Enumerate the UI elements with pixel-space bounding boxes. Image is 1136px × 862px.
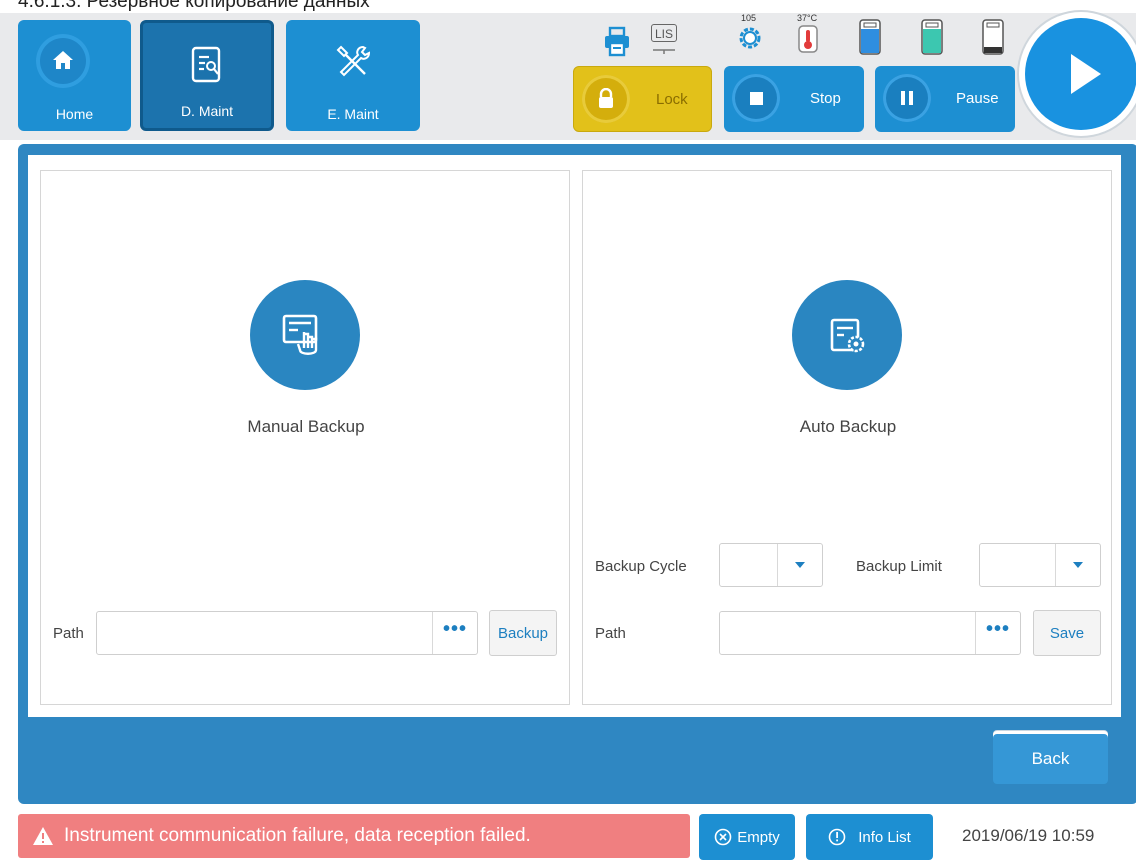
empty-label: Empty — [737, 828, 780, 846]
gear-icon[interactable] — [736, 24, 764, 57]
alarm-text: Instrument communication failure, data r… — [64, 825, 531, 846]
data-maintenance-icon — [191, 46, 221, 83]
backup-limit-select[interactable] — [979, 543, 1101, 587]
lis-icon[interactable]: LIS — [651, 24, 677, 60]
nav-dmaint-button[interactable]: D. Maint — [140, 20, 274, 131]
chevron-down-icon[interactable] — [1055, 544, 1100, 586]
close-circle-icon — [714, 828, 732, 846]
fan-value: 105 — [741, 13, 757, 23]
reagent-bottle-green-icon[interactable] — [920, 18, 944, 61]
pause-button[interactable]: Pause — [875, 66, 1015, 132]
temperature-value: 37°C — [797, 13, 818, 23]
nav-home-button[interactable]: Home — [18, 20, 131, 131]
empty-button[interactable]: Empty — [699, 814, 795, 860]
waste-bottle-icon[interactable] — [981, 18, 1005, 61]
reagent-bottle-blue-icon[interactable] — [858, 18, 882, 61]
stop-label: Stop — [810, 90, 841, 107]
manual-backup-icon[interactable] — [250, 280, 360, 390]
play-icon — [1071, 54, 1101, 94]
lock-label: Lock — [656, 91, 688, 108]
manual-backup-title: Manual Backup — [247, 417, 365, 436]
datetime: 2019/06/19 10:59 — [962, 826, 1095, 845]
manual-backup-panel: Manual Backup Path ••• Backup — [40, 170, 570, 705]
chevron-down-icon[interactable] — [777, 544, 822, 586]
warning-icon — [33, 827, 53, 845]
nav-dmaint-label: D. Maint — [180, 103, 234, 119]
stop-icon — [732, 74, 780, 122]
lock-icon — [582, 75, 630, 123]
lis-label: LIS — [651, 24, 677, 42]
auto-backup-title: Auto Backup — [799, 417, 897, 436]
tools-icon — [336, 45, 371, 77]
lock-button[interactable]: Lock — [573, 66, 712, 132]
pause-icon — [883, 74, 931, 122]
backup-cycle-label: Backup Cycle — [595, 558, 687, 575]
thermometer-icon[interactable] — [797, 24, 819, 59]
backup-cycle-select[interactable] — [719, 543, 823, 587]
manual-path-input[interactable]: ••• — [96, 611, 478, 655]
manual-browse-button[interactable]: ••• — [432, 612, 477, 654]
info-list-button[interactable]: Info List — [806, 814, 933, 860]
page-caption: 4.6.1.3. Резервное копирование данных — [18, 0, 370, 12]
alarm-banner[interactable]: Instrument communication failure, data r… — [18, 814, 690, 858]
printer-icon[interactable] — [603, 26, 631, 63]
home-icon — [53, 51, 73, 69]
back-button[interactable]: Back — [993, 734, 1108, 784]
nav-emaint-label: E. Maint — [327, 106, 379, 122]
info-icon — [828, 828, 846, 846]
start-button[interactable] — [1025, 18, 1136, 130]
pause-label: Pause — [956, 90, 999, 107]
info-list-label: Info List — [858, 828, 911, 846]
auto-path-input[interactable]: ••• — [719, 611, 1021, 655]
nav-emaint-button[interactable]: E. Maint — [286, 20, 420, 131]
manual-path-label: Path — [53, 625, 84, 642]
nav-home-label: Home — [55, 106, 94, 122]
stop-button[interactable]: Stop — [724, 66, 864, 132]
home-icon-circle — [36, 34, 90, 88]
auto-path-label: Path — [595, 625, 626, 642]
backup-limit-label: Backup Limit — [856, 558, 942, 575]
auto-browse-button[interactable]: ••• — [975, 612, 1020, 654]
backup-button[interactable]: Backup — [489, 610, 557, 656]
auto-backup-panel: Auto Backup Backup Cycle Backup Limit Pa… — [582, 170, 1112, 705]
auto-backup-icon[interactable] — [792, 280, 902, 390]
save-button[interactable]: Save — [1033, 610, 1101, 656]
